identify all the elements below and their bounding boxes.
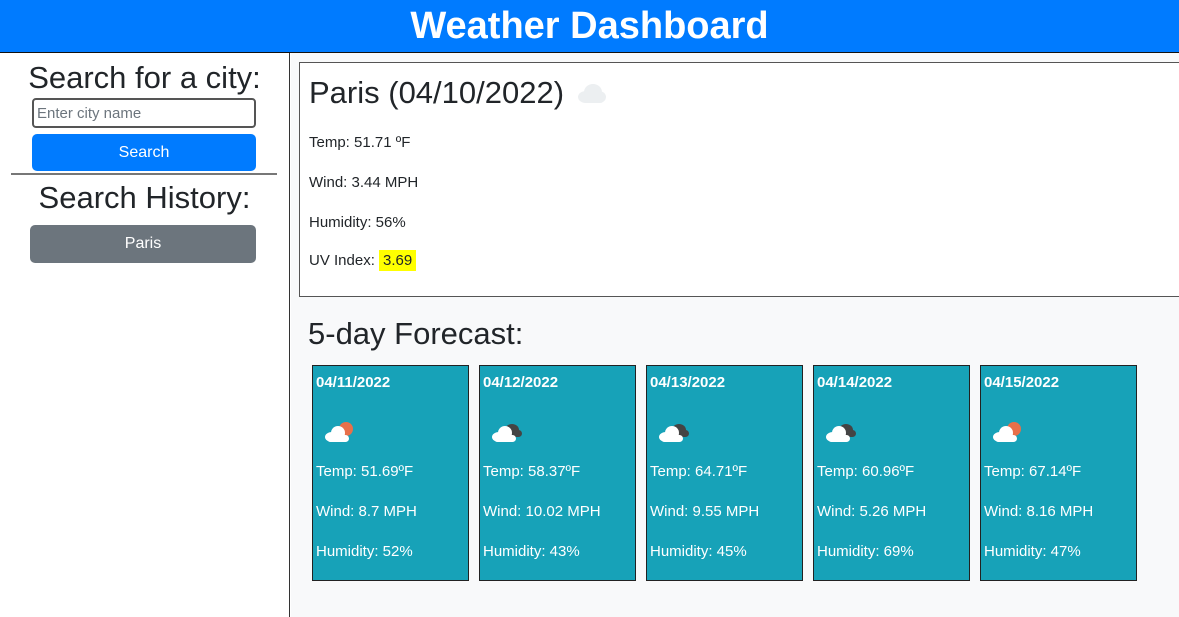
forecast-humidity: Humidity: 52% [316, 543, 413, 560]
broken-clouds-icon [655, 418, 693, 451]
forecast-card: 04/12/2022 Temp: 58.37ºF Wind: 10.02 MPH… [479, 365, 636, 581]
forecast-wind: Wind: 9.55 MPH [650, 503, 760, 520]
forecast-temp: Temp: 60.96ºF [817, 463, 915, 480]
page-title: Weather Dashboard [410, 5, 769, 47]
forecast-date: 04/11/2022 [316, 374, 391, 391]
forecast-humidity: Humidity: 43% [483, 543, 580, 560]
forecast-wind: Wind: 10.02 MPH [483, 503, 601, 520]
forecast-date: 04/14/2022 [817, 374, 893, 391]
forecast-wind: Wind: 5.26 MPH [817, 503, 927, 520]
forecast-temp: Temp: 67.14ºF [984, 463, 1082, 480]
sidebar-divider [11, 173, 277, 175]
broken-clouds-icon [488, 418, 526, 451]
forecast-humidity: Humidity: 69% [817, 543, 914, 560]
forecast-humidity: Humidity: 47% [984, 543, 1081, 560]
forecast-wind: Wind: 8.16 MPH [984, 503, 1094, 520]
current-city-date: Paris (04/10/2022) [309, 75, 565, 110]
current-weather-card: Paris (04/10/2022) Temp: 51.71 ºF Wind: … [299, 62, 1179, 297]
forecast-heading: 5-day Forecast: [308, 316, 524, 351]
partly-cloudy-sun-icon [321, 418, 359, 451]
forecast-card: 04/14/2022 Temp: 60.96ºF Wind: 5.26 MPH … [813, 365, 970, 581]
forecast-date: 04/15/2022 [984, 374, 1060, 391]
forecast-card: 04/15/2022 Temp: 67.14ºF Wind: 8.16 MPH … [980, 365, 1137, 581]
forecast-date: 04/12/2022 [483, 374, 559, 391]
app-header: Weather Dashboard [0, 0, 1179, 53]
current-humidity: Humidity: 56% [309, 214, 406, 231]
forecast-wind: Wind: 8.7 MPH [316, 503, 417, 520]
partly-cloudy-sun-icon [989, 418, 1027, 451]
search-heading: Search for a city: [28, 60, 261, 95]
history-heading: Search History: [38, 180, 251, 215]
sidebar: Search for a city: Search Search History… [0, 53, 290, 617]
forecast-card: 04/13/2022 Temp: 64.71ºF Wind: 9.55 MPH … [646, 365, 803, 581]
uv-index-badge: 3.69 [379, 250, 417, 271]
history-item-paris[interactable]: Paris [30, 225, 256, 263]
forecast-temp: Temp: 58.37ºF [483, 463, 581, 480]
current-weather-title: Paris (04/10/2022) [309, 75, 608, 110]
broken-clouds-icon [822, 418, 860, 451]
current-uv: UV Index: 3.69 [309, 250, 417, 271]
city-search-input[interactable] [32, 98, 256, 128]
current-temp: Temp: 51.71 ºF [309, 134, 411, 151]
forecast-card: 04/11/2022 Temp: 51.69ºF Wind: 8.7 MPH H… [312, 365, 469, 581]
current-wind: Wind: 3.44 MPH [309, 174, 419, 191]
forecast-temp: Temp: 64.71ºF [650, 463, 748, 480]
forecast-date: 04/13/2022 [650, 374, 726, 391]
forecast-temp: Temp: 51.69ºF [316, 463, 414, 480]
main-content: Paris (04/10/2022) Temp: 51.71 ºF Wind: … [291, 53, 1179, 617]
search-button[interactable]: Search [32, 134, 256, 171]
uv-label: UV Index: [309, 252, 380, 269]
cloud-icon [574, 81, 608, 105]
forecast-humidity: Humidity: 45% [650, 543, 747, 560]
